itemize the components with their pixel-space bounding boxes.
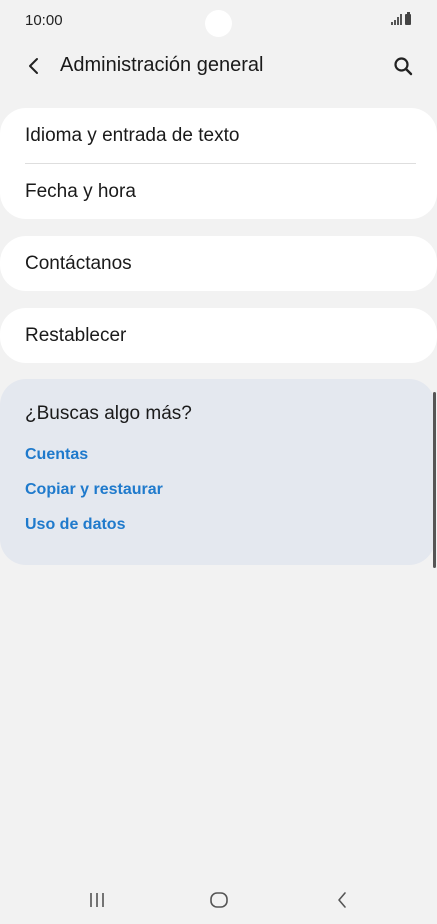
app-bar: Administración general	[0, 44, 437, 88]
menu-item-label: Contáctanos	[25, 252, 132, 274]
battery-icon	[405, 12, 411, 25]
status-bar: 10:00	[0, 0, 437, 44]
search-button[interactable]	[389, 52, 417, 80]
home-button[interactable]	[204, 888, 234, 912]
scrollbar[interactable]	[433, 392, 436, 568]
suggestions-title: ¿Buscas algo más?	[25, 403, 192, 424]
page-title: Administración general	[60, 54, 264, 76]
menu-item-contact-us[interactable]: Contáctanos	[0, 236, 437, 291]
menu-item-reset[interactable]: Restablecer	[0, 308, 437, 363]
settings-group-1: Idioma y entrada de texto Fecha y hora	[0, 108, 437, 219]
recents-icon	[90, 893, 104, 907]
status-time: 10:00	[25, 12, 63, 29]
menu-item-label: Idioma y entrada de texto	[25, 124, 240, 146]
menu-item-date-time[interactable]: Fecha y hora	[0, 164, 437, 219]
suggestion-link-data-usage[interactable]: Uso de datos	[25, 515, 435, 534]
navigation-bar	[0, 876, 437, 924]
back-button[interactable]	[20, 52, 48, 80]
suggestion-link-accounts[interactable]: Cuentas	[25, 445, 435, 464]
settings-group-3: Restablecer	[0, 308, 437, 363]
suggestions-card: ¿Buscas algo más? Cuentas Copiar y resta…	[0, 379, 435, 565]
menu-item-label: Fecha y hora	[25, 180, 136, 202]
suggestion-link-backup-restore[interactable]: Copiar y restaurar	[25, 480, 435, 499]
search-icon	[394, 57, 413, 76]
recents-button[interactable]	[82, 888, 112, 912]
nav-back-icon	[338, 892, 346, 908]
settings-group-2: Contáctanos	[0, 236, 437, 291]
camera-cutout	[205, 10, 232, 37]
signal-icon	[391, 14, 402, 25]
status-icons	[391, 12, 411, 25]
back-arrow-icon	[29, 58, 38, 74]
menu-item-label: Restablecer	[25, 324, 127, 346]
nav-back-button[interactable]	[327, 888, 357, 912]
menu-item-language-input[interactable]: Idioma y entrada de texto	[0, 108, 437, 163]
home-icon	[210, 892, 228, 908]
